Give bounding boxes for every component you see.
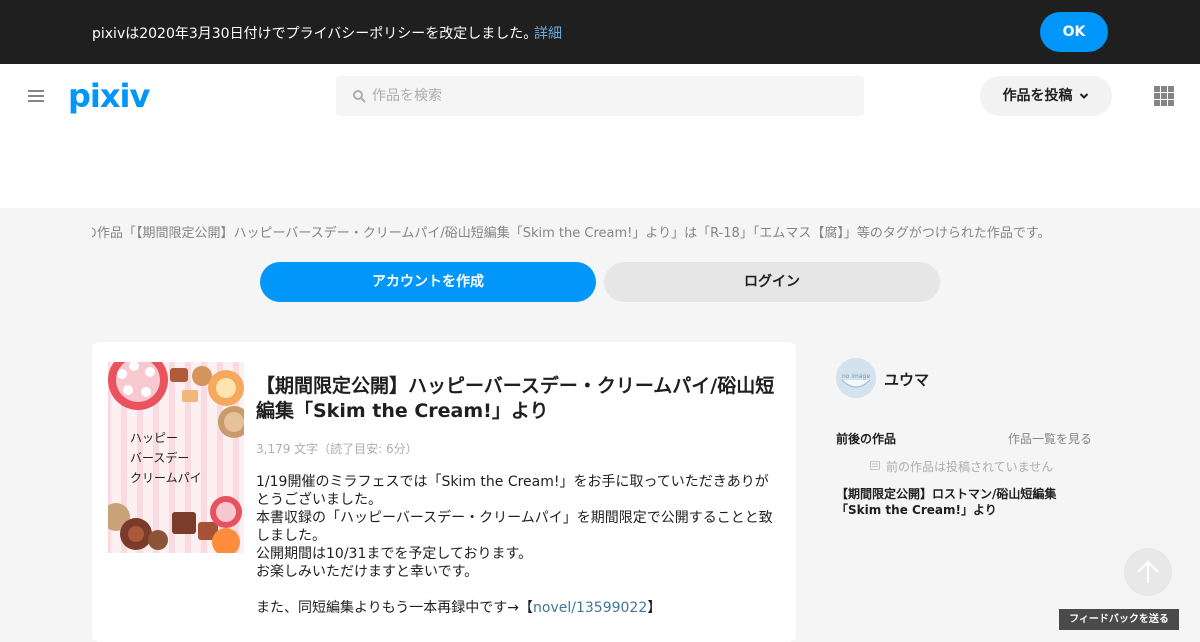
feedback-button[interactable]: フィードバックを送る xyxy=(1059,609,1179,630)
no-image-avatar-icon: no image xyxy=(836,358,876,398)
cover-title-text: ハッピー バースデー クリームパイ xyxy=(130,428,202,488)
create-account-button[interactable]: アカウントを作成 xyxy=(260,262,596,302)
adjacent-works-heading: 前後の作品 xyxy=(836,432,897,446)
caption-line: 公開期間は10/31までを予定しております。 xyxy=(256,546,533,562)
hamburger-menu-icon[interactable] xyxy=(28,90,44,102)
no-previous-work-text: 前の作品は投稿されていません xyxy=(886,460,1054,474)
caption-line: また、同短編集よりもう一本再録中です→【novel/13599022】 xyxy=(256,599,780,617)
search-input[interactable] xyxy=(372,76,852,116)
privacy-details-link[interactable]: 詳細 xyxy=(534,23,562,43)
cover-line: ハッピー xyxy=(130,431,179,445)
avatar-label: no image xyxy=(842,373,870,380)
login-button[interactable]: ログイン xyxy=(604,262,940,302)
work-tag-notice: の作品「【期間限定公開】ハッピーバースデー・クリームパイ/硲山短編集「Skim … xyxy=(92,222,1108,242)
caption-line: お楽しみいただけますと幸いです。 xyxy=(256,564,479,580)
caption-text: 】 xyxy=(647,600,662,616)
privacy-banner-text: pixivは2020年3月30日付けでプライバシーポリシーを改定しました。 xyxy=(92,26,538,42)
work-title: 【期間限定公開】ハッピーバースデー・クリームパイ/硲山短編集「Skim the … xyxy=(256,375,775,422)
scroll-to-top-button[interactable] xyxy=(1124,548,1172,596)
privacy-banner: pixivは2020年3月30日付けでプライバシーポリシーを改定しました。 詳細… xyxy=(0,0,1200,64)
view-all-works-link[interactable]: 作品一覧を見る xyxy=(1008,430,1092,447)
pixiv-logo[interactable]: pixiv xyxy=(68,76,150,116)
author-avatar[interactable]: no image xyxy=(836,358,876,398)
caption-text: また、同短編集よりもう一本再録中です→【 xyxy=(256,600,534,616)
author-name[interactable]: ユウマ xyxy=(884,369,929,390)
caption-line: 本書収録の「ハッピーバースデー・クリームパイ」を期間限定で公開することと致しまし… xyxy=(256,510,773,544)
work-length-meta: 3,179 文字（読了目安: 6分） xyxy=(256,442,418,456)
work-cover-image[interactable]: ハッピー バースデー クリームパイ xyxy=(108,362,244,553)
cover-line: クリームパイ xyxy=(130,471,202,485)
chevron-down-icon xyxy=(1080,93,1089,99)
services-grid-icon[interactable] xyxy=(1154,86,1174,106)
cover-line: バースデー xyxy=(130,451,190,465)
work-caption: 1/19開催のミラフェスでは「Skim the Cream!」をお手に取っていた… xyxy=(256,473,780,617)
privacy-ok-button[interactable]: OK xyxy=(1040,12,1108,52)
search-icon xyxy=(353,90,366,103)
work-tag-notice-text: の作品「【期間限定公開】ハッピーバースデー・クリームパイ/硲山短編集「Skim … xyxy=(92,226,1051,241)
post-work-label: 作品を投稿 xyxy=(1002,88,1073,104)
next-work-link[interactable]: 【期間限定公開】ロストマン/硲山短編集「Skim the Cream!」より xyxy=(836,486,1076,518)
document-icon xyxy=(870,461,880,470)
caption-line: 1/19開催のミラフェスでは「Skim the Cream!」をお手に取っていた… xyxy=(256,474,769,508)
post-work-button[interactable]: 作品を投稿 xyxy=(980,76,1112,116)
related-novel-link[interactable]: novel/13599022 xyxy=(533,600,647,616)
arrow-up-icon xyxy=(1137,560,1159,583)
search-bar[interactable] xyxy=(336,76,864,116)
